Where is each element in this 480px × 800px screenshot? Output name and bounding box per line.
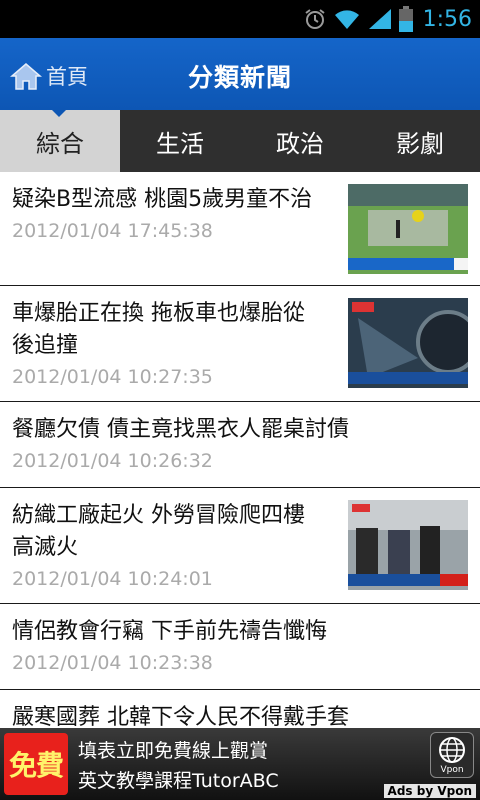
vpon-logo[interactable]: Vpon — [430, 732, 474, 778]
status-bar: 1:56 — [0, 0, 480, 38]
app-header: 首頁 分類新聞 — [0, 38, 480, 110]
news-item[interactable]: 疑染B型流感 桃園5歲男童不治 2012/01/04 17:45:38 — [0, 172, 480, 286]
page-title: 分類新聞 — [187, 63, 292, 92]
signal-icon — [368, 9, 391, 29]
tab-general[interactable]: 綜合 — [0, 110, 120, 172]
news-headline-line: 車爆胎正在換 拖板車也爆胎從 — [12, 301, 305, 326]
news-headline: 嚴寒國葬 北韓下令人民不得戴手套 — [12, 705, 349, 728]
wifi-icon — [334, 10, 359, 29]
news-text: 嚴寒國葬 北韓下令人民不得戴手套 — [12, 702, 349, 728]
news-thumbnail — [348, 298, 468, 388]
news-headline-line: 後追撞 — [12, 333, 79, 358]
news-date: 2012/01/04 10:26:32 — [12, 450, 213, 472]
news-text: 車爆胎正在換 拖板車也爆胎從 後追撞 2012/01/04 10:27:35 — [12, 298, 305, 390]
battery-icon — [398, 6, 413, 32]
category-tabs: 綜合 生活 政治 影劇 — [0, 110, 480, 172]
news-item[interactable]: 餐廳欠債 債主竟找黑衣人罷桌討債 2012/01/04 10:26:32 — [0, 402, 480, 488]
news-text: 情侶教會行竊 下手前先禱告懺悔 2012/01/04 10:23:38 — [12, 616, 327, 676]
tab-politics[interactable]: 政治 — [240, 110, 360, 172]
news-headline-line: 紡織工廠起火 外勞冒險爬四樓 — [12, 503, 305, 528]
news-text: 紡織工廠起火 外勞冒險爬四樓 高滅火 2012/01/04 10:24:01 — [12, 500, 305, 592]
status-icons: 1:56 — [303, 4, 472, 34]
news-item[interactable]: 車爆胎正在換 拖板車也爆胎從 後追撞 2012/01/04 10:27:35 — [0, 286, 480, 402]
home-pointer-arrow — [50, 108, 68, 117]
news-thumbnail — [348, 184, 468, 274]
ad-line-1: 填表立即免費線上觀賞 — [78, 740, 269, 762]
news-date: 2012/01/04 10:24:01 — [12, 568, 213, 590]
globe-icon — [439, 737, 465, 763]
news-list: 疑染B型流感 桃園5歲男童不治 2012/01/04 17:45:38 車爆胎正… — [0, 172, 480, 728]
ad-banner[interactable]: 免費 填表立即免費線上觀賞 英文教學課程TutorABC Vpon Ads by… — [0, 728, 480, 800]
news-item[interactable]: 紡織工廠起火 外勞冒險爬四樓 高滅火 2012/01/04 10:24:01 — [0, 488, 480, 604]
news-item[interactable]: 嚴寒國葬 北韓下令人民不得戴手套 — [0, 690, 480, 728]
news-date: 2012/01/04 10:27:35 — [12, 366, 213, 388]
news-date: 2012/01/04 17:45:38 — [12, 220, 213, 242]
news-text: 餐廳欠債 債主竟找黑衣人罷桌討債 2012/01/04 10:26:32 — [12, 414, 349, 474]
news-date: 2012/01/04 10:23:38 — [12, 652, 213, 674]
news-text: 疑染B型流感 桃園5歲男童不治 2012/01/04 17:45:38 — [12, 184, 312, 244]
alarm-icon — [304, 9, 325, 29]
clock: 1:56 — [422, 6, 472, 32]
news-item[interactable]: 情侶教會行竊 下手前先禱告懺悔 2012/01/04 10:23:38 — [0, 604, 480, 690]
ad-line-2: 英文教學課程TutorABC — [78, 770, 279, 792]
news-headline: 情侶教會行竊 下手前先禱告懺悔 — [12, 619, 327, 644]
ad-free-badge: 免費 — [4, 733, 68, 795]
news-headline-line: 高滅火 — [12, 535, 79, 560]
news-thumbnail — [348, 500, 468, 590]
vpon-logo-text: Vpon — [440, 765, 464, 775]
tab-life[interactable]: 生活 — [120, 110, 240, 172]
news-headline: 餐廳欠債 債主竟找黑衣人罷桌討債 — [12, 417, 349, 442]
tab-entertainment[interactable]: 影劇 — [360, 110, 480, 172]
ads-by-label: Ads by Vpon — [383, 784, 476, 798]
news-headline: 疑染B型流感 桃園5歲男童不治 — [12, 187, 313, 212]
